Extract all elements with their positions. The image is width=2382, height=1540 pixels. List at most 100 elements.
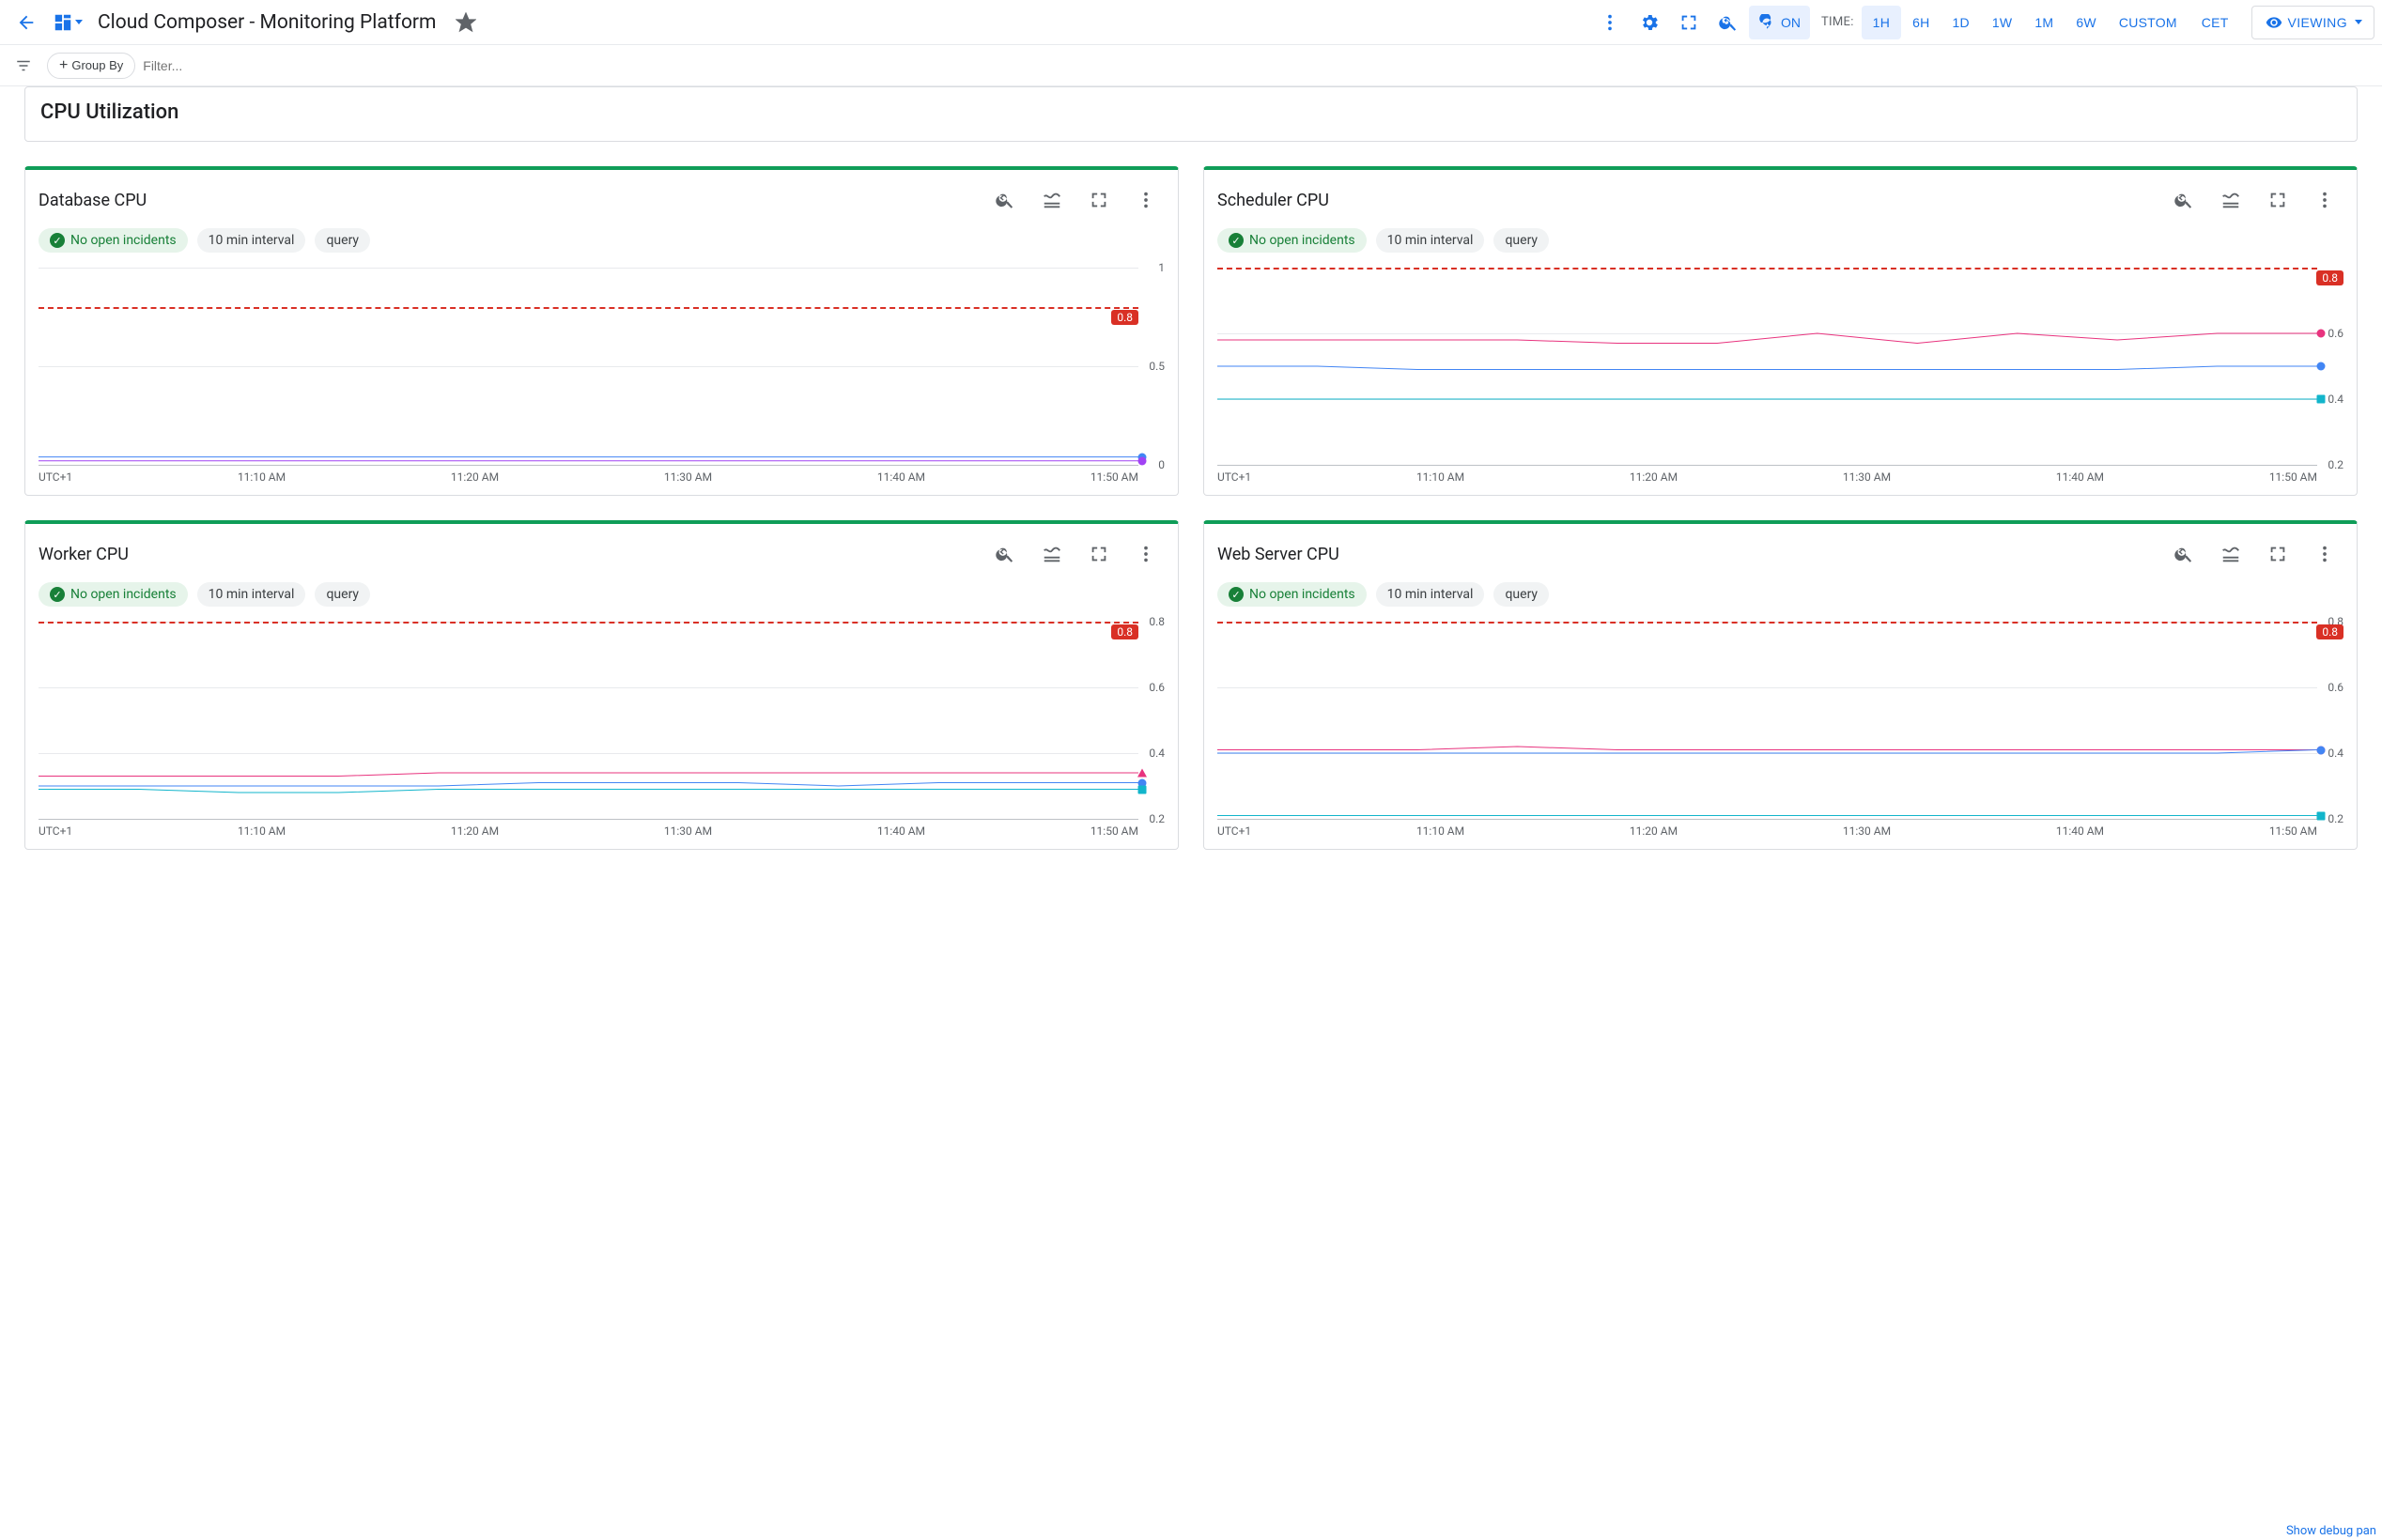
chart-fullscreen-icon[interactable] [2259,535,2297,573]
plot-area[interactable]: 0.60.40.20.8 [1217,268,2343,465]
filter-icon-button[interactable] [8,50,39,82]
chart-more-icon[interactable] [1127,535,1165,573]
chart-more-icon[interactable] [2306,535,2343,573]
series-line [39,773,1138,777]
settings-button[interactable] [1631,4,1668,41]
chart-fullscreen-icon[interactable] [1080,181,1118,219]
chart-zoom-icon[interactable] [986,535,1024,573]
y-tick-label: 0.6 [1149,681,1165,694]
x-tick-label: 11:30 AM [1843,470,1891,484]
interval-chip[interactable]: 10 min interval [197,228,306,253]
query-chip[interactable]: query [315,582,370,607]
series-line [39,783,1138,787]
x-tick-label: 11:30 AM [664,470,712,484]
check-icon: ✓ [50,587,65,602]
back-button[interactable] [8,4,45,41]
series-marker [2317,811,2326,820]
time-range-1m[interactable]: 1M [2023,6,2065,39]
check-icon: ✓ [1229,587,1244,602]
x-tick-label: 11:20 AM [1630,824,1678,838]
auto-refresh-toggle[interactable]: ON [1749,6,1810,39]
y-tick-label: 0.6 [2328,327,2343,340]
chart-zoom-icon[interactable] [2165,535,2203,573]
toolbar-left: Cloud Composer - Monitoring Platform [8,4,1591,41]
section-title: CPU Utilization [40,100,2342,124]
incidents-chip[interactable]: ✓No open incidents [1217,228,1367,253]
x-tick-label: UTC+1 [39,824,72,838]
page-title: Cloud Composer - Monitoring Platform [98,11,436,34]
threshold-badge: 0.8 [2316,270,2343,285]
series-marker [2317,746,2326,754]
time-range-1h[interactable]: 1H [1862,6,1901,39]
time-range-custom[interactable]: CUSTOM [2108,6,2189,39]
filter-bar: + Group By [0,45,2382,86]
incidents-chip[interactable]: ✓No open incidents [39,582,188,607]
chart-card-worker-cpu: Worker CPU✓No open incidents10 min inter… [24,520,1179,850]
dashboard-selector[interactable] [49,12,86,33]
interval-chip[interactable]: 10 min interval [1376,228,1485,253]
chart-fullscreen-icon[interactable] [2259,181,2297,219]
reset-zoom-button[interactable] [1709,4,1747,41]
x-tick-label: 11:30 AM [664,824,712,838]
check-icon: ✓ [1229,233,1244,248]
x-tick-label: UTC+1 [1217,824,1251,838]
group-by-label: Group By [71,58,123,72]
fullscreen-button[interactable] [1670,4,1708,41]
interval-chip[interactable]: 10 min interval [197,582,306,607]
y-tick-label: 0.4 [2328,393,2343,406]
time-range-6h[interactable]: 6H [1901,6,1941,39]
caret-down-icon [2355,20,2362,24]
time-range-1d[interactable]: 1D [1941,6,1980,39]
chart-zoom-icon[interactable] [986,181,1024,219]
y-tick-label: 1 [1158,261,1165,274]
timezone-button[interactable]: CET [2190,6,2240,39]
section-header-card: CPU Utilization [24,86,2358,142]
plot-area[interactable]: 0.80.60.40.20.8 [39,622,1165,819]
plot-area[interactable]: 0.80.60.40.20.8 [1217,622,2343,819]
x-tick-label: 11:10 AM [1416,824,1464,838]
query-chip[interactable]: query [1493,582,1549,607]
y-tick-label: 0.4 [2328,747,2343,760]
time-range-6w[interactable]: 6W [2065,6,2108,39]
chart-more-icon[interactable] [2306,181,2343,219]
favorite-button[interactable] [447,4,485,41]
series-line [39,790,1138,793]
x-tick-label: 11:50 AM [2269,824,2317,838]
time-label: TIME: [1821,15,1854,29]
group-by-button[interactable]: + Group By [47,53,135,79]
x-tick-label: 11:20 AM [451,824,499,838]
chart-title: Scheduler CPU [1217,191,2165,210]
time-range-1w[interactable]: 1W [1981,6,2024,39]
query-chip[interactable]: query [1493,228,1549,253]
x-tick-label: UTC+1 [39,470,72,484]
incidents-chip[interactable]: ✓No open incidents [1217,582,1367,607]
x-tick-label: 11:40 AM [2056,470,2104,484]
caret-down-icon [75,20,83,24]
x-tick-label: 11:10 AM [238,824,286,838]
incidents-chip[interactable]: ✓No open incidents [39,228,188,253]
chart-legend-icon[interactable] [2212,181,2250,219]
x-tick-label: 11:20 AM [451,470,499,484]
y-tick-label: 0.2 [2328,458,2343,471]
interval-chip[interactable]: 10 min interval [1376,582,1485,607]
show-debug-link[interactable]: Show debug pan [2286,1524,2376,1538]
viewing-mode-button[interactable]: VIEWING [2251,6,2374,39]
x-tick-label: 11:40 AM [877,470,925,484]
series-marker [2317,394,2326,403]
more-options-button[interactable] [1591,4,1629,41]
chart-fullscreen-icon[interactable] [1080,535,1118,573]
plot-area[interactable]: 10.500.8 [39,268,1165,465]
chart-title: Database CPU [39,191,986,210]
query-chip[interactable]: query [315,228,370,253]
chart-more-icon[interactable] [1127,181,1165,219]
filter-input[interactable] [143,58,425,73]
refresh-on-label: ON [1781,15,1801,30]
toolbar-right: ON TIME: 1H6H1D1W1M6WCUSTOM CET VIEWING [1591,4,2374,41]
chart-legend-icon[interactable] [2212,535,2250,573]
chart-legend-icon[interactable] [1033,535,1071,573]
chart-card-database-cpu: Database CPU ✓No open incidents 10 min int… [24,166,1179,496]
chart-legend-icon[interactable] [1033,181,1071,219]
series-line [1217,333,2317,344]
chart-zoom-icon[interactable] [2165,181,2203,219]
chart-card-scheduler-cpu: Scheduler CPU ✓No open incidents 10 min in… [1203,166,2358,496]
